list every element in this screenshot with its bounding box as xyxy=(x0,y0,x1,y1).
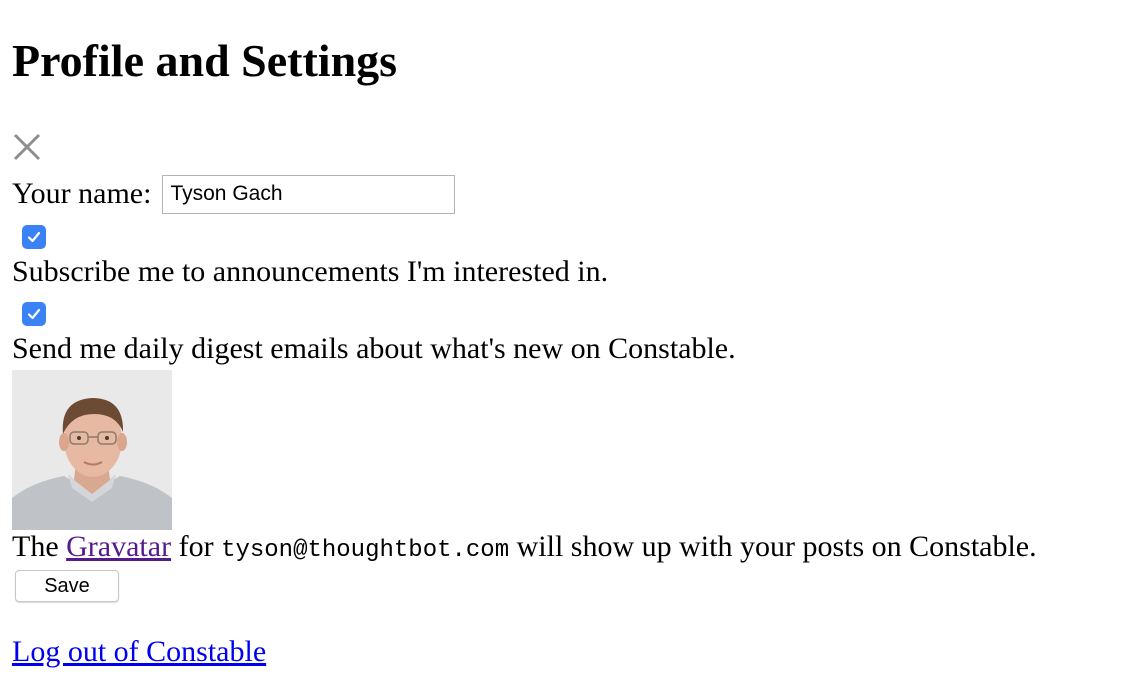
page-title: Profile and Settings xyxy=(12,35,398,86)
gravatar-link[interactable]: Gravatar xyxy=(66,530,171,563)
announcements-label: Subscribe me to announcements I'm intere… xyxy=(12,255,609,288)
gravatar-suffix: will show up with your posts on Constabl… xyxy=(516,530,1037,563)
close-icon xyxy=(13,133,41,161)
close-button[interactable] xyxy=(12,132,42,162)
checkmark-icon xyxy=(27,308,41,320)
avatar xyxy=(12,370,172,530)
save-button[interactable]: Save xyxy=(15,570,119,602)
name-row: Your name: xyxy=(12,174,456,214)
digest-checkbox[interactable] xyxy=(22,302,46,326)
name-input[interactable] xyxy=(162,174,456,214)
gravatar-prefix: The xyxy=(12,530,59,563)
checkmark-icon xyxy=(27,231,41,243)
announcements-checkbox[interactable] xyxy=(22,225,46,249)
email-address: tyson@thoughtbot.com xyxy=(221,537,510,564)
gravatar-note: The Gravatar for tyson@thoughtbot.com wi… xyxy=(12,529,1037,569)
digest-label: Send me daily digest emails about what's… xyxy=(12,332,736,365)
gravatar-middle: for xyxy=(178,530,214,563)
logout-link[interactable]: Log out of Constable xyxy=(12,634,266,670)
name-label: Your name: xyxy=(12,177,152,210)
